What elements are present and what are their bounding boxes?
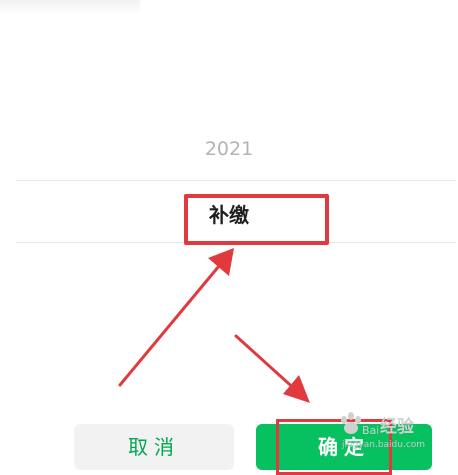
cancel-button[interactable]: 取消 bbox=[74, 424, 234, 470]
baidu-paw-logo-icon: Bai bbox=[341, 412, 378, 437]
watermark-url: jingyan.baidu.com bbox=[342, 440, 426, 450]
watermark-brand: Bai bbox=[362, 424, 378, 437]
picker-divider-top bbox=[16, 180, 456, 181]
picker-option-year[interactable]: 2021 bbox=[0, 138, 458, 160]
annotation-highlight-selected bbox=[184, 194, 329, 245]
baidu-watermark: Bai 经验 jingyan.baidu.com bbox=[336, 410, 454, 456]
watermark-title: 经验 bbox=[380, 417, 414, 437]
